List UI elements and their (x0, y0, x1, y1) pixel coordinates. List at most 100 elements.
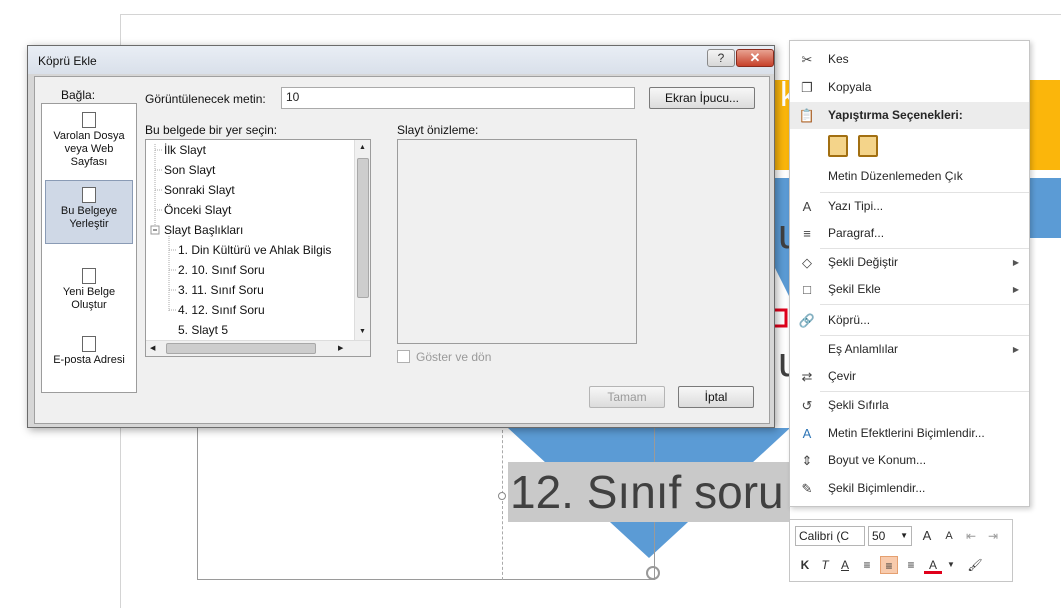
tree-item[interactable]: Slayt Başlıkları (164, 223, 243, 237)
reset-shape-icon: ↺ (801, 398, 813, 413)
slide-preview-pane (397, 139, 637, 344)
menu-item-synonyms[interactable]: Eş Anlamlılar ▶ (790, 336, 1029, 363)
link-option-email[interactable]: E-posta Adresi (45, 330, 133, 386)
menu-item-label: Köprü... (828, 313, 871, 327)
scroll-left-icon[interactable]: ◀ (150, 344, 155, 352)
tree-item[interactable]: Sonraki Slayt (164, 183, 235, 197)
tree-item[interactable]: 4. 12. Sınıf Soru (178, 303, 265, 317)
align-right-icon[interactable]: ≡ (902, 556, 920, 574)
menu-item-label: Şekil Biçimlendir... (828, 481, 926, 495)
underline-button[interactable]: A (836, 556, 854, 574)
font-name-box[interactable]: Calibri (C (795, 526, 865, 546)
scroll-down-icon[interactable]: ▼ (359, 328, 366, 335)
slide-preview-label: Slayt önizleme: (397, 123, 479, 137)
menu-item-change-shape[interactable]: ◇ Şekli Değiştir ▶ (790, 249, 1029, 276)
tree-item[interactable]: 1. Din Kültürü ve Ahlak Bilgis (178, 243, 331, 257)
menu-item-label: Metin Efektlerini Biçimlendir... (828, 426, 985, 440)
menu-item-translate[interactable]: ⇄ Çevir (790, 363, 1029, 390)
text-effects-icon: A (802, 426, 812, 441)
tree-horizontal-scrollbar[interactable]: ◀ ▶ (146, 340, 370, 356)
tree-item[interactable]: 3. 11. Sınıf Soru (178, 283, 264, 297)
font-color-dropdown-icon[interactable]: ▼ (942, 556, 960, 574)
size-position-icon: ⇕ (801, 453, 813, 468)
align-left-icon[interactable]: ≡ (858, 556, 876, 574)
paste-icon: 📋 (798, 108, 816, 123)
font-icon: A (802, 199, 812, 214)
increase-indent-icon[interactable]: ⇥ (984, 527, 1002, 545)
tree-item[interactable]: Önceki Slayt (164, 203, 231, 217)
menu-item-hyperlink[interactable]: 🔗 Köprü... (790, 307, 1029, 334)
menu-item-label: Şekli Sıfırla (828, 398, 889, 412)
menu-item-add-shape[interactable]: □ Şekil Ekle ▶ (790, 276, 1029, 303)
menu-item-reset-shape[interactable]: ↺ Şekli Sıfırla (790, 392, 1029, 419)
document-places-tree[interactable]: İlk Slayt Son Slayt Sonraki Slayt Önceki… (145, 139, 371, 357)
close-button[interactable]: ✕ (736, 49, 774, 67)
mini-toolbar: Calibri (C 50 ▼ A A ⇤ ⇥ K T A ≡ ≡ ≡ A ▼ 🖌 (789, 519, 1013, 582)
vertical-scroll-thumb[interactable] (357, 158, 369, 298)
help-button[interactable]: ? (707, 49, 735, 67)
format-painter-icon[interactable]: 🖌 (966, 556, 984, 574)
link-option-label: E-posta Adresi (53, 354, 125, 366)
font-color-button[interactable]: A (924, 556, 942, 574)
decrease-indent-icon[interactable]: ⇤ (962, 527, 980, 545)
grow-font-icon[interactable]: A (918, 527, 936, 545)
tree-item[interactable]: Son Slayt (164, 163, 215, 177)
link-option-label: Yeni Belge Oluştur (62, 286, 116, 311)
tree-vertical-scrollbar[interactable]: ▲ ▼ (354, 140, 370, 340)
menu-item-font[interactable]: A Yazı Tipi... (790, 193, 1029, 220)
menu-separator (820, 304, 1029, 305)
screentip-button[interactable]: Ekran İpucu... (649, 87, 755, 109)
menu-item-label: Eş Anlamlılar (828, 342, 899, 356)
dropdown-arrow-icon[interactable]: ▼ (900, 527, 908, 545)
resize-handle[interactable] (498, 492, 506, 500)
new-document-icon (82, 268, 96, 284)
submenu-arrow-icon: ▶ (1012, 285, 1019, 294)
dialog-title: Köprü Ekle (38, 54, 97, 68)
existing-file-icon (82, 112, 96, 128)
align-center-icon[interactable]: ≡ (880, 556, 898, 574)
bold-button[interactable]: K (796, 556, 814, 574)
tree-item[interactable]: 2. 10. Sınıf Soru (178, 263, 265, 277)
shrink-font-icon[interactable]: A (940, 527, 958, 545)
show-and-return-checkbox[interactable] (397, 350, 410, 363)
rotate-handle[interactable] (646, 566, 660, 580)
show-and-return-label: Göster ve dön (416, 350, 492, 364)
menu-item-label: Boyut ve Konum... (828, 453, 927, 467)
menu-item-cut[interactable]: ✂ Kes (790, 46, 1029, 73)
italic-button[interactable]: T (816, 556, 834, 574)
context-menu: ✂ Kes ❐ Kopyala 📋 Yapıştırma Seçenekleri: M… (789, 40, 1030, 507)
ok-button[interactable]: Tamam (589, 386, 665, 408)
menu-item-exit-text-edit[interactable]: Metin Düzenlemeden Çık (790, 163, 1029, 190)
paste-picture-icon[interactable] (858, 135, 878, 157)
menu-item-size-position[interactable]: ⇕ Boyut ve Konum... (790, 447, 1029, 474)
display-text-input[interactable]: 10 (281, 87, 635, 109)
change-shape-icon: ◇ (802, 255, 812, 270)
link-option-new-document[interactable]: Yeni Belge Oluştur (45, 262, 133, 318)
dialog-titlebar[interactable]: Köprü Ekle ? ✕ (28, 46, 774, 74)
menu-item-paragraph[interactable]: ≡ Paragraf... (790, 220, 1029, 247)
textbox-dashed-border (502, 430, 503, 580)
menu-item-label: Yazı Tipi... (828, 199, 884, 213)
display-text-label: Görüntülenecek metin: (145, 92, 266, 106)
paste-keep-text-icon[interactable] (828, 135, 848, 157)
link-option-existing-file[interactable]: Varolan Dosya veya Web Sayfası (45, 108, 133, 172)
font-size-box[interactable]: 50 ▼ (868, 526, 912, 546)
selected-slide-text[interactable]: 12. Sınıf soru (508, 462, 790, 522)
cancel-button[interactable]: İptal (678, 386, 754, 408)
menu-item-label: Metin Düzenlemeden Çık (828, 169, 963, 183)
menu-item-label: Yapıştırma Seçenekleri: (828, 108, 963, 122)
menu-item-copy[interactable]: ❐ Kopyala (790, 74, 1029, 101)
horizontal-scroll-thumb[interactable] (166, 343, 316, 354)
hyperlink-icon: 🔗 (798, 313, 816, 328)
format-shape-icon: ✎ (801, 481, 813, 496)
menu-item-format-shape[interactable]: ✎ Şekil Biçimlendir... (790, 475, 1029, 502)
menu-item-text-effects[interactable]: A Metin Efektlerini Biçimlendir... (790, 420, 1029, 447)
link-option-place-in-document[interactable]: Bu Belgeye Yerleştir (45, 180, 133, 244)
email-address-icon (82, 336, 96, 352)
scroll-up-icon[interactable]: ▲ (359, 144, 366, 151)
tree-item[interactable]: 5. Slayt 5 (178, 323, 228, 337)
paste-options-header: 📋 Yapıştırma Seçenekleri: (790, 102, 1029, 129)
scroll-right-icon[interactable]: ▶ (338, 344, 343, 352)
paragraph-icon: ≡ (803, 226, 811, 241)
tree-item[interactable]: İlk Slayt (164, 143, 206, 157)
